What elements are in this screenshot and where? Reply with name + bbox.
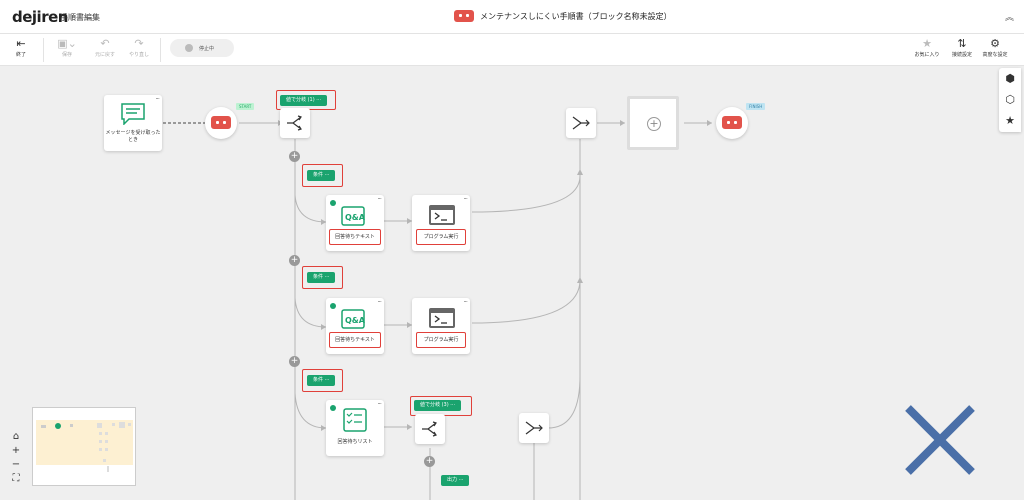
program-run-node[interactable]: ··· プログラム実行 [412, 195, 470, 251]
status-label: 停止中 [199, 45, 215, 52]
home-icon[interactable]: ⌂ [8, 430, 24, 444]
merge-node[interactable] [566, 108, 596, 138]
redo-label: やり直し [128, 52, 149, 58]
save-button[interactable]: ▣⌄ 保存 [52, 37, 82, 58]
undo-label: 元に戻す [94, 52, 115, 58]
condition-label: 条件 [313, 274, 324, 280]
terminal-icon [429, 205, 455, 225]
branch-3-node[interactable] [415, 414, 445, 444]
close-overlay-icon [905, 405, 975, 475]
qa-text-node[interactable]: ··· Q&A 回答待ちテキスト [326, 195, 384, 251]
branch-1-label: 値で分岐 (1) [286, 97, 315, 103]
chevrons-up-icon[interactable]: ︽ [1005, 10, 1014, 23]
list-label: 回答待ちリスト [337, 439, 373, 445]
minimap-content [41, 422, 131, 472]
undo-button[interactable]: ↶ 元に戻す [90, 37, 120, 58]
merge-icon [572, 116, 590, 130]
more-menu[interactable]: ··· [155, 95, 160, 103]
output-tag[interactable]: 出力 ··· [441, 475, 470, 486]
bot-icon [211, 116, 231, 129]
zoom-controls: ⌂ + − ⛶ [8, 430, 24, 486]
undo-icon: ↶ [100, 37, 110, 50]
svg-text:Q&A: Q&A [345, 213, 365, 222]
merge-icon [525, 421, 543, 435]
advanced-settings-button[interactable]: ⚙ 高度な設定 [980, 37, 1010, 58]
qa-icon: Q&A [330, 200, 365, 226]
branch-3-label: 値で分岐 (3) [420, 402, 449, 408]
message-icon [121, 103, 145, 125]
toolbar-divider [43, 38, 44, 62]
save-icon: ▣⌄ [57, 37, 77, 50]
page-title: 手順書編集 [60, 13, 100, 22]
advanced-label: 高度な設定 [982, 52, 1008, 58]
trigger-node[interactable]: ··· メッセージを受け取ったとき [104, 95, 162, 151]
branch-icon [287, 115, 302, 131]
run-status-toggle[interactable]: 停止中 [170, 39, 234, 57]
branch-1-node[interactable] [280, 108, 310, 138]
finish-flag: FINISH [746, 103, 766, 110]
redo-button[interactable]: ↷ やり直し [124, 37, 154, 58]
qa-text-node[interactable]: ··· Q&A 回答待ちテキスト [326, 298, 384, 354]
qa-label: 回答待ちテキスト [335, 234, 375, 240]
more-menu[interactable]: ··· [463, 195, 468, 203]
connection-settings-button[interactable]: ⇅ 接続設定 [947, 37, 977, 58]
terminal-icon [429, 308, 455, 328]
start-bot-node[interactable] [205, 107, 237, 139]
list-icon [330, 405, 367, 432]
branch-icon [422, 421, 437, 437]
condition-label: 条件 [313, 172, 324, 178]
minimap[interactable] [32, 407, 136, 486]
more-menu[interactable]: ··· [377, 400, 382, 408]
qa-icon: Q&A [330, 303, 365, 329]
merge-node[interactable] [519, 413, 549, 443]
save-label: 保存 [61, 52, 72, 58]
program-run-node[interactable]: ··· プログラム実行 [412, 298, 470, 354]
start-flag: START [236, 103, 255, 110]
branch-3-tag[interactable]: 値で分岐 (3) ··· [414, 400, 462, 411]
branch-1-tag[interactable]: 値で分岐 (1) ··· [280, 95, 328, 106]
exit-label: 終了 [15, 52, 26, 58]
more-menu[interactable]: ··· [463, 298, 468, 306]
trigger-label: メッセージを受け取ったとき [105, 130, 161, 143]
plus-circle-icon: + [647, 117, 661, 131]
condition-tag[interactable]: 条件 ··· [307, 375, 336, 386]
connection-label: 接続設定 [951, 52, 972, 58]
svg-text:Q&A: Q&A [345, 316, 365, 325]
add-branch-button[interactable]: + [289, 255, 300, 266]
toolbar-divider [160, 38, 161, 62]
exit-icon: ⇤ [16, 37, 26, 50]
finish-bot-node[interactable] [716, 107, 748, 139]
zoom-out-button[interactable]: − [8, 458, 24, 472]
star-icon: ★ [922, 37, 932, 50]
qa-label: 回答待ちテキスト [335, 337, 375, 343]
bot-icon [722, 116, 742, 129]
exit-button[interactable]: ⇤ 終了 [6, 37, 36, 58]
more-menu[interactable]: ··· [377, 195, 382, 203]
add-branch-button[interactable]: + [424, 456, 435, 467]
program-label: プログラム実行 [423, 234, 459, 240]
document-title: メンテナンスしにくい手順書（ブロック名称未設定） [454, 10, 672, 22]
program-label: プログラム実行 [423, 337, 459, 343]
zoom-in-button[interactable]: + [8, 444, 24, 458]
output-label: 出力 [447, 477, 458, 483]
condition-label: 条件 [313, 377, 324, 383]
more-menu[interactable]: ··· [377, 298, 382, 306]
gears-icon: ⚙ [990, 37, 1000, 50]
add-branch-button[interactable]: + [289, 356, 300, 367]
qa-list-node[interactable]: ··· 回答待ちリスト [326, 400, 384, 456]
add-block-slot[interactable]: + [627, 96, 679, 150]
condition-tag[interactable]: 条件 ··· [307, 272, 336, 283]
redo-icon: ↷ [134, 37, 144, 50]
add-branch-button[interactable]: + [289, 151, 300, 162]
toolbar: ⇤ 終了 ▣⌄ 保存 ↶ 元に戻す ↷ やり直し 停止中 ★ お気に入り ⇅ 接… [0, 34, 1024, 66]
status-dot [185, 44, 193, 52]
favorite-label: お気に入り [914, 52, 940, 58]
app-header: dejiren 手順書編集 メンテナンスしにくい手順書（ブロック名称未設定） ︽ [0, 0, 1024, 34]
document-title-text: メンテナンスしにくい手順書（ブロック名称未設定） [480, 11, 672, 21]
bot-icon [454, 10, 474, 22]
connection-icon: ⇅ [957, 37, 967, 50]
fit-screen-icon[interactable]: ⛶ [8, 472, 24, 486]
condition-tag[interactable]: 条件 ··· [307, 170, 336, 181]
favorite-button[interactable]: ★ お気に入り [912, 37, 942, 58]
